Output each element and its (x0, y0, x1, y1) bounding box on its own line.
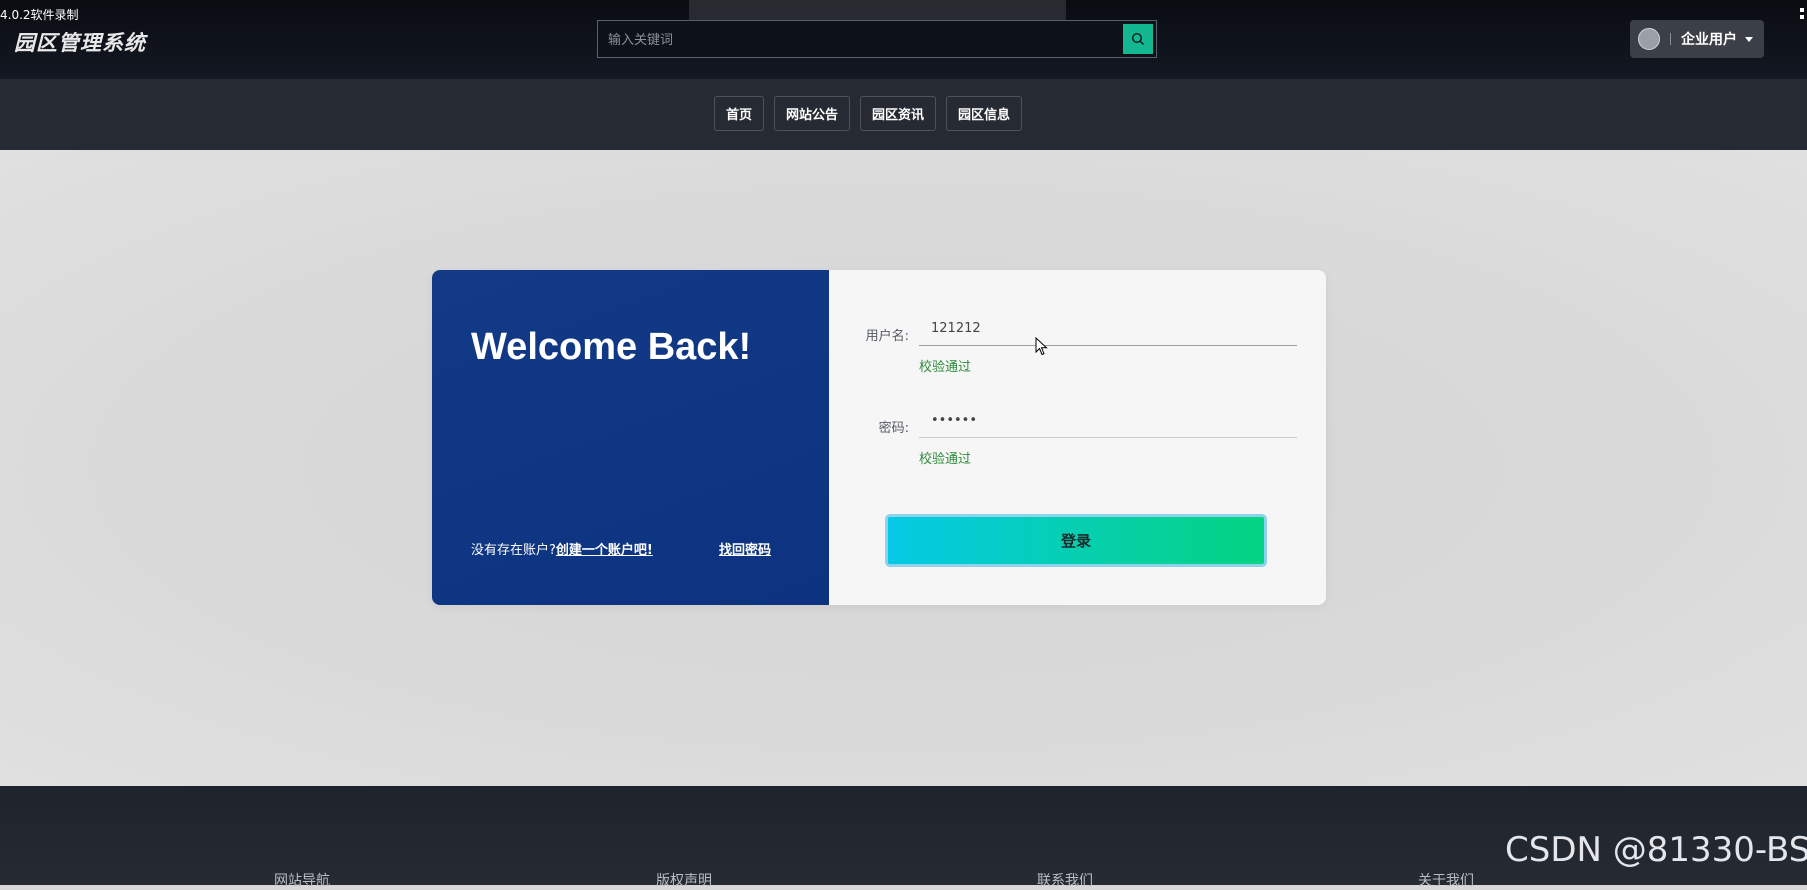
avatar (1638, 28, 1660, 50)
username-label: 用户名: (865, 329, 909, 344)
more-icon (1800, 8, 1804, 20)
nav-items: 首页 网站公告 园区资讯 园区信息 (714, 96, 1023, 131)
footer-link-copyright[interactable]: 版权声明 (656, 870, 712, 890)
footer-link-contact[interactable]: 联系我们 (1037, 870, 1093, 890)
search-button[interactable] (1123, 24, 1153, 54)
nav-item-park-info[interactable]: 园区信息 (946, 96, 1023, 131)
watermark: CSDN @81330-BS (1505, 830, 1807, 870)
password-validation: 校验通过 (919, 452, 972, 467)
recorder-label: 4.0.2软件录制 (0, 8, 79, 22)
signup-prompt: 没有存在账户?创建一个账户吧! (471, 539, 653, 558)
footer-link-about[interactable]: 关于我们 (1418, 870, 1474, 890)
username-field[interactable] (919, 312, 1297, 346)
forgot-password-link[interactable]: 找回密码 (719, 539, 771, 558)
welcome-panel: Welcome Back! 没有存在账户?创建一个账户吧! 找回密码 (432, 270, 829, 605)
divider (1670, 33, 1671, 45)
search-icon (1131, 32, 1144, 45)
nav-item-announcements[interactable]: 网站公告 (774, 96, 851, 131)
user-menu-label: 企业用户 (1681, 32, 1737, 48)
search-box (597, 20, 1157, 59)
nav-item-home[interactable]: 首页 (714, 96, 765, 131)
user-menu-dropdown[interactable]: 企业用户 (1630, 20, 1764, 58)
create-account-link[interactable]: 创建一个账户吧! (556, 543, 653, 558)
login-button[interactable]: 登录 (885, 514, 1267, 567)
password-label: 密码: (878, 421, 909, 436)
main-nav: 首页 网站公告 园区资讯 园区信息 (0, 79, 1807, 150)
login-card: Welcome Back! 没有存在账户?创建一个账户吧! 找回密码 用户名: … (432, 270, 1326, 605)
nav-item-news[interactable]: 园区资讯 (860, 96, 937, 131)
chevron-down-icon (1745, 36, 1753, 42)
site-logo[interactable]: 园区管理系统 (14, 27, 146, 57)
top-header: 4.0.2软件录制 园区管理系统 企业用户 (0, 0, 1807, 79)
no-account-text: 没有存在账户? (471, 543, 556, 558)
footer-link-site-nav[interactable]: 网站导航 (274, 870, 330, 890)
search-input[interactable] (606, 21, 1110, 59)
password-field[interactable] (919, 404, 1297, 438)
username-validation: 校验通过 (919, 360, 972, 375)
login-form: 用户名: 校验通过 密码: 校验通过 登录 (829, 270, 1326, 605)
mouse-cursor-icon (1035, 337, 1048, 356)
welcome-heading: Welcome Back! (471, 326, 752, 368)
